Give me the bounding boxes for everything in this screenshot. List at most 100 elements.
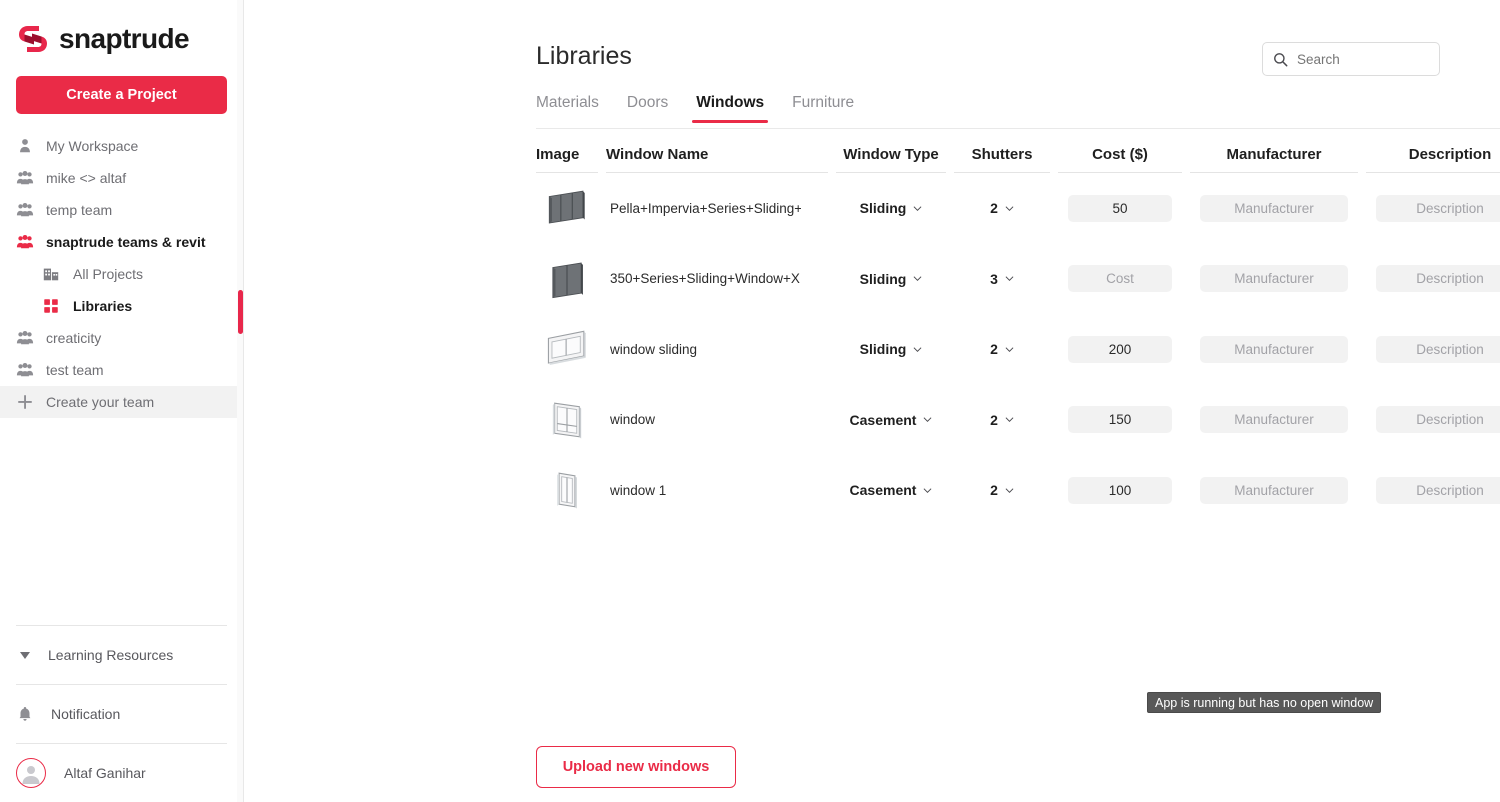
user-profile-item[interactable]: Altaf Ganihar xyxy=(0,744,243,802)
window-type-dropdown[interactable]: Sliding xyxy=(860,200,923,216)
sidebar-scrollbar-thumb[interactable] xyxy=(238,290,243,334)
manufacturer-input[interactable] xyxy=(1200,335,1348,363)
row-cost-cell xyxy=(1058,173,1182,244)
library-tabs: Materials Doors Windows Furniture xyxy=(536,94,854,123)
column-header-image: Image xyxy=(536,146,598,173)
user-name-label: Altaf Ganihar xyxy=(64,765,146,781)
window-type-value: Casement xyxy=(849,411,917,428)
row-manufacturer-cell xyxy=(1190,385,1358,456)
row-thumbnail-cell[interactable] xyxy=(536,173,598,244)
row-thumbnail-cell[interactable] xyxy=(536,244,598,315)
table-row: Pella+Impervia+Series+Sliding+V Sliding … xyxy=(536,173,1500,244)
people-group-icon xyxy=(16,234,34,249)
shutters-value: 3 xyxy=(990,270,998,287)
row-type-cell: Sliding xyxy=(836,244,946,315)
description-input[interactable] xyxy=(1376,265,1500,293)
row-thumbnail-cell[interactable] xyxy=(536,314,598,385)
table-row: window Casement 2 xyxy=(536,385,1500,456)
manufacturer-input[interactable] xyxy=(1200,194,1348,222)
column-header-shutters: Shutters xyxy=(954,146,1050,173)
description-input[interactable] xyxy=(1376,406,1500,434)
row-name-cell: Pella+Impervia+Series+Sliding+V xyxy=(606,173,828,244)
people-group-icon xyxy=(16,170,34,185)
search-box[interactable] xyxy=(1262,42,1440,76)
row-name-cell: window xyxy=(606,385,828,456)
table-row: 350+Series+Sliding+Window+X Sliding 3 xyxy=(536,244,1500,315)
cost-input[interactable] xyxy=(1068,335,1172,363)
window-name-label: 350+Series+Sliding+Window+X xyxy=(610,271,800,287)
description-input[interactable] xyxy=(1376,194,1500,222)
table-row: window 1 Casement 2 xyxy=(536,455,1500,526)
row-cost-cell xyxy=(1058,314,1182,385)
sidebar-item-snaptrude-teams-revit[interactable]: snaptrude teams & revit xyxy=(0,226,243,258)
sidebar-item-my-workspace[interactable]: My Workspace xyxy=(0,130,243,162)
manufacturer-input[interactable] xyxy=(1200,406,1348,434)
description-input[interactable] xyxy=(1376,476,1500,504)
chevron-down-icon xyxy=(1005,488,1014,493)
row-manufacturer-cell xyxy=(1190,244,1358,315)
window-name-label: window 1 xyxy=(610,482,667,498)
description-input[interactable] xyxy=(1376,335,1500,363)
sidebar-item-create-your-team[interactable]: Create your team xyxy=(0,386,243,418)
search-input[interactable] xyxy=(1297,51,1427,67)
windows-table: Image Window Name Window Type Shutters C… xyxy=(536,146,1500,526)
grid-squares-icon xyxy=(44,299,58,313)
sidebar-item-all-projects[interactable]: All Projects xyxy=(0,258,243,290)
row-thumbnail-cell[interactable] xyxy=(536,385,598,456)
sidebar-item-label: creaticity xyxy=(46,330,102,346)
upload-new-windows-button[interactable]: Upload new windows xyxy=(536,746,736,788)
create-project-button[interactable]: Create a Project xyxy=(16,76,227,114)
tabs-underline-rule xyxy=(536,128,1500,129)
tab-materials[interactable]: Materials xyxy=(536,94,599,123)
window-type-dropdown[interactable]: Sliding xyxy=(860,271,923,287)
shutters-dropdown[interactable]: 2 xyxy=(990,412,1014,428)
chevron-down-icon xyxy=(1005,206,1014,211)
tab-doors[interactable]: Doors xyxy=(627,94,668,123)
sidebar-item-libraries[interactable]: Libraries xyxy=(0,290,243,322)
manufacturer-input[interactable] xyxy=(1200,265,1348,293)
notification-item[interactable]: Notification xyxy=(0,685,243,743)
chevron-down-icon xyxy=(1005,276,1014,282)
sidebar-item-label: mike <> altaf xyxy=(46,170,127,186)
tab-furniture[interactable]: Furniture xyxy=(792,94,854,123)
people-group-icon xyxy=(16,362,34,377)
shutters-dropdown[interactable]: 3 xyxy=(990,271,1014,287)
sidebar-item-temp-team[interactable]: temp team xyxy=(0,194,243,226)
row-type-cell: Casement xyxy=(836,455,946,526)
row-name-cell: 350+Series+Sliding+Window+X xyxy=(606,244,828,315)
shutters-dropdown[interactable]: 2 xyxy=(990,341,1014,357)
window-thumbnail-dark-sliding-2panel xyxy=(552,262,583,298)
row-type-cell: Sliding xyxy=(836,173,946,244)
sidebar-scrollbar-track[interactable] xyxy=(237,0,243,802)
row-shutters-cell: 2 xyxy=(954,455,1050,526)
learning-resources-item[interactable]: Learning Resources xyxy=(0,626,243,684)
sidebar-item-mike-altaf[interactable]: mike <> altaf xyxy=(0,162,243,194)
cost-input[interactable] xyxy=(1068,476,1172,504)
manufacturer-input[interactable] xyxy=(1200,476,1348,504)
cost-input[interactable] xyxy=(1068,406,1172,434)
window-type-value: Sliding xyxy=(859,270,907,287)
sidebar-item-creaticity[interactable]: creaticity xyxy=(0,322,243,354)
window-type-dropdown[interactable]: Sliding xyxy=(860,341,923,357)
sidebar-item-test-team[interactable]: test team xyxy=(0,354,243,386)
cost-input[interactable] xyxy=(1068,265,1172,293)
shutters-dropdown[interactable]: 2 xyxy=(990,482,1014,498)
notification-label: Notification xyxy=(51,706,121,722)
window-type-dropdown[interactable]: Casement xyxy=(850,482,933,498)
row-shutters-cell: 3 xyxy=(954,244,1050,315)
cost-input[interactable] xyxy=(1068,194,1172,222)
window-type-dropdown[interactable]: Casement xyxy=(850,412,933,428)
main-content: Libraries Materials Doors Windows Furnit… xyxy=(244,0,1500,802)
row-cost-cell xyxy=(1058,455,1182,526)
shutters-dropdown[interactable]: 2 xyxy=(990,200,1014,216)
window-thumbnail-light-sliding-wide xyxy=(547,330,586,366)
row-description-cell xyxy=(1366,455,1500,526)
row-thumbnail-cell[interactable] xyxy=(536,455,598,526)
row-description-cell xyxy=(1366,173,1500,244)
window-name-label: window sliding xyxy=(610,341,698,357)
row-name-cell: window sliding xyxy=(606,314,828,385)
app-root: snaptrude Create a Project My Workspace xyxy=(0,0,1500,802)
brand-logo[interactable]: snaptrude xyxy=(0,0,243,56)
tab-windows[interactable]: Windows xyxy=(692,94,769,123)
